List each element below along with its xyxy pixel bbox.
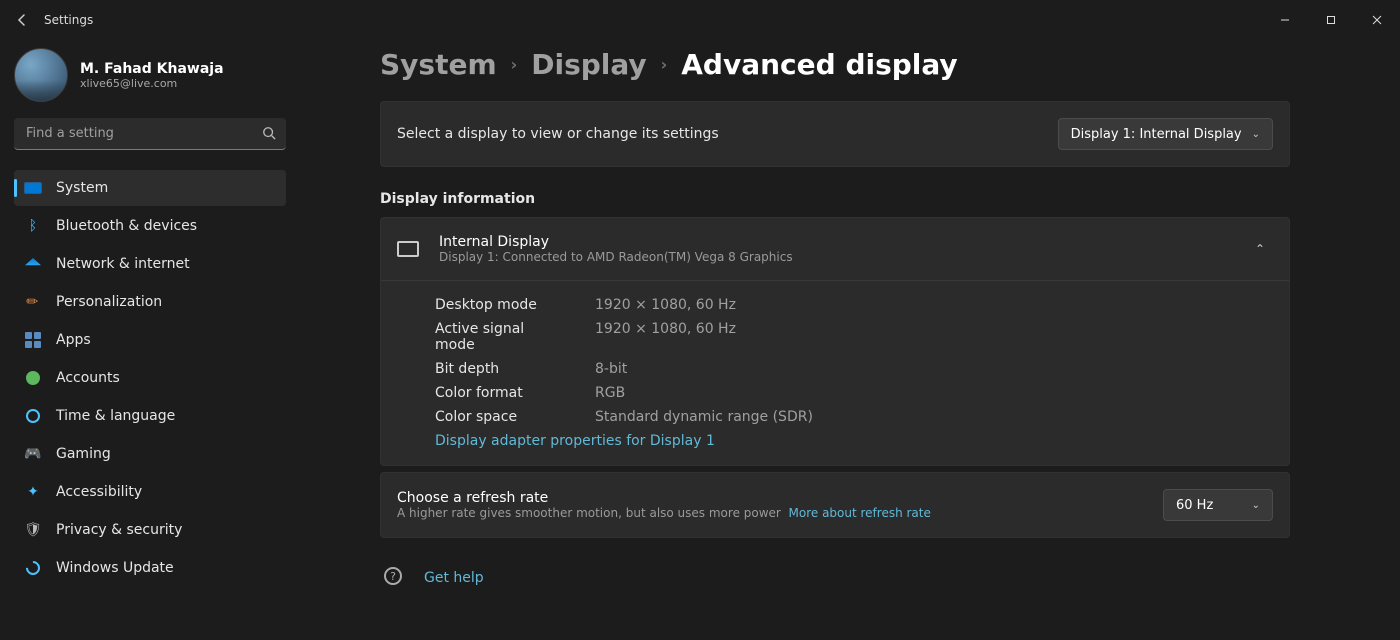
accessibility-icon: ✦: [24, 483, 42, 501]
main-content: System › Display › Advanced display Sele…: [300, 40, 1400, 640]
display-selector-label: Select a display to view or change its s…: [397, 126, 719, 142]
sidebar-item-network[interactable]: Network & internet: [14, 246, 286, 282]
info-row-color-space: Color space Standard dynamic range (SDR): [435, 405, 1273, 429]
sidebar-item-label: Personalization: [56, 294, 162, 310]
sidebar-item-system[interactable]: System: [14, 170, 286, 206]
get-help-row: Get help: [380, 538, 1290, 586]
bluetooth-icon: ᛒ: [24, 217, 42, 235]
sidebar-item-label: Apps: [56, 332, 91, 348]
maximize-button[interactable]: [1308, 0, 1354, 40]
display-selector-value: Display 1: Internal Display: [1071, 127, 1242, 142]
gamepad-icon: 🎮: [24, 445, 42, 463]
sidebar-item-label: System: [56, 180, 108, 196]
search-icon: [262, 126, 276, 140]
chevron-down-icon: ⌄: [1252, 500, 1260, 511]
sidebar-item-label: Privacy & security: [56, 522, 182, 538]
nav: System ᛒ Bluetooth & devices Network & i…: [14, 170, 286, 586]
refresh-rate-sub: A higher rate gives smoother motion, but…: [397, 506, 931, 520]
sidebar-item-accounts[interactable]: Accounts: [14, 360, 286, 396]
sidebar: M. Fahad Khawaja xlive65@live.com System…: [0, 40, 300, 640]
refresh-rate-value: 60 Hz: [1176, 498, 1213, 513]
wifi-icon: [24, 255, 42, 273]
refresh-rate-card: Choose a refresh rate A higher rate give…: [380, 472, 1290, 538]
sidebar-item-bluetooth[interactable]: ᛒ Bluetooth & devices: [14, 208, 286, 244]
sidebar-item-apps[interactable]: Apps: [14, 322, 286, 358]
window-controls: [1262, 0, 1400, 40]
sidebar-item-label: Accounts: [56, 370, 120, 386]
back-button[interactable]: [14, 12, 30, 28]
person-icon: [24, 369, 42, 387]
info-row-desktop-mode: Desktop mode 1920 × 1080, 60 Hz: [435, 293, 1273, 317]
chevron-right-icon: ›: [661, 55, 668, 74]
display-info-sub: Display 1: Connected to AMD Radeon(TM) V…: [439, 250, 793, 264]
display-selector-dropdown[interactable]: Display 1: Internal Display ⌄: [1058, 118, 1273, 150]
sidebar-item-accessibility[interactable]: ✦ Accessibility: [14, 474, 286, 510]
chevron-right-icon: ›: [511, 55, 518, 74]
refresh-rate-title: Choose a refresh rate: [397, 490, 931, 506]
sidebar-item-label: Gaming: [56, 446, 111, 462]
avatar: [14, 48, 68, 102]
breadcrumb-system[interactable]: System: [380, 48, 497, 81]
minimize-button[interactable]: [1262, 0, 1308, 40]
apps-icon: [24, 331, 42, 349]
profile-email: xlive65@live.com: [80, 77, 224, 90]
page-title: Advanced display: [681, 48, 957, 81]
sidebar-item-label: Network & internet: [56, 256, 190, 272]
sidebar-item-gaming[interactable]: 🎮 Gaming: [14, 436, 286, 472]
sidebar-item-update[interactable]: Windows Update: [14, 550, 286, 586]
display-info-header[interactable]: Internal Display Display 1: Connected to…: [381, 218, 1289, 281]
more-refresh-rate-link[interactable]: More about refresh rate: [789, 506, 931, 520]
get-help-link[interactable]: Get help: [424, 566, 484, 586]
help-icon: [384, 567, 402, 585]
profile-name: M. Fahad Khawaja: [80, 61, 224, 77]
update-icon: [24, 559, 42, 577]
monitor-icon: [397, 241, 419, 257]
display-selector-card: Select a display to view or change its s…: [380, 101, 1290, 167]
profile-block[interactable]: M. Fahad Khawaja xlive65@live.com: [14, 48, 286, 118]
info-row-active-signal: Active signal mode 1920 × 1080, 60 Hz: [435, 317, 1273, 357]
breadcrumb-display[interactable]: Display: [531, 48, 646, 81]
search-input[interactable]: [14, 118, 286, 150]
adapter-properties-link[interactable]: Display adapter properties for Display 1: [435, 429, 715, 449]
breadcrumb: System › Display › Advanced display: [380, 48, 1290, 81]
chevron-up-icon: ⌃: [1255, 242, 1273, 256]
sidebar-item-time[interactable]: Time & language: [14, 398, 286, 434]
clock-icon: [24, 407, 42, 425]
window-title: Settings: [44, 13, 93, 27]
info-row-bit-depth: Bit depth 8-bit: [435, 357, 1273, 381]
info-row-color-format: Color format RGB: [435, 381, 1273, 405]
chevron-down-icon: ⌄: [1252, 129, 1260, 140]
brush-icon: ✎: [20, 289, 45, 314]
sidebar-item-label: Accessibility: [56, 484, 142, 500]
shield-icon: 🛡: [24, 521, 42, 539]
sidebar-item-privacy[interactable]: 🛡 Privacy & security: [14, 512, 286, 548]
titlebar: Settings: [0, 0, 1400, 40]
display-info-body: Desktop mode 1920 × 1080, 60 Hz Active s…: [381, 281, 1289, 465]
close-button[interactable]: [1354, 0, 1400, 40]
display-icon: [24, 179, 42, 197]
sidebar-item-label: Time & language: [56, 408, 175, 424]
sidebar-item-label: Bluetooth & devices: [56, 218, 197, 234]
display-info-card: Internal Display Display 1: Connected to…: [380, 217, 1290, 466]
sidebar-item-label: Windows Update: [56, 560, 174, 576]
sidebar-item-personalization[interactable]: ✎ Personalization: [14, 284, 286, 320]
display-info-title: Internal Display: [439, 234, 793, 250]
refresh-rate-dropdown[interactable]: 60 Hz ⌄: [1163, 489, 1273, 521]
section-title-display-info: Display information: [380, 191, 1290, 207]
